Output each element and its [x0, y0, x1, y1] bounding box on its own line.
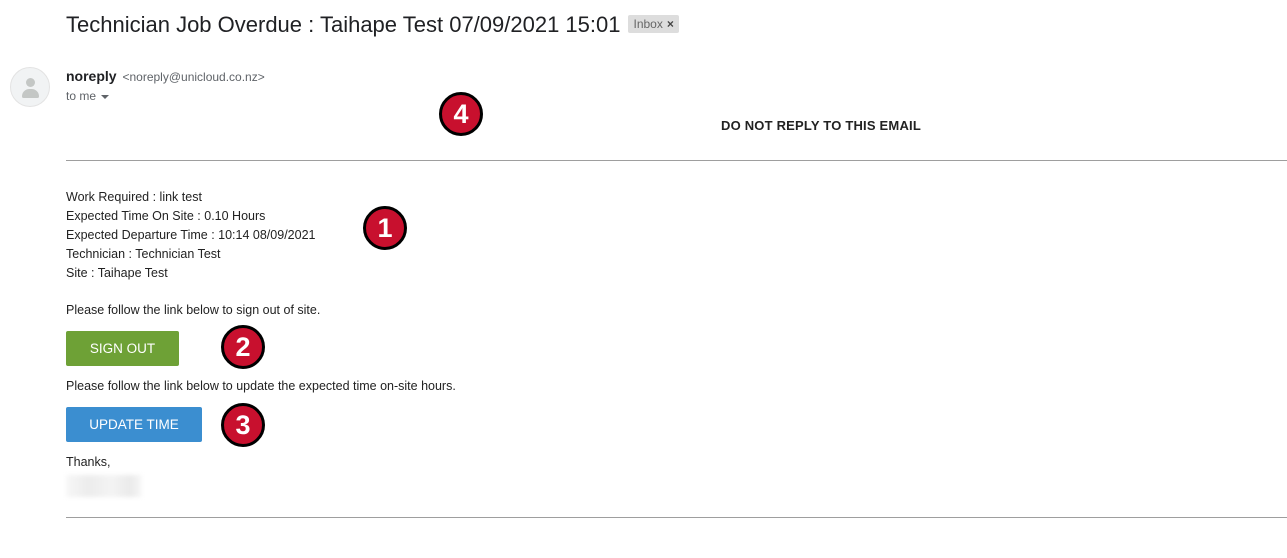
no-reply-notice: DO NOT REPLY TO THIS EMAIL — [721, 118, 921, 133]
detail-technician: Technician : Technician Test — [66, 247, 221, 261]
sender-name: noreply — [66, 68, 117, 84]
inbox-label-chip[interactable]: Inbox × — [628, 15, 679, 34]
inbox-label-text: Inbox — [633, 17, 663, 32]
subject-text: Technician Job Overdue : Taihape Test 07… — [66, 12, 621, 37]
recipient-details-toggle[interactable]: to me — [66, 89, 110, 103]
email-subject: Technician Job Overdue : Taihape Test 07… — [66, 10, 679, 40]
sender-email: <noreply@unicloud.co.nz> — [122, 70, 265, 84]
closing-text: Thanks, — [66, 455, 111, 469]
chevron-down-icon — [101, 94, 110, 99]
update-time-prompt: Please follow the link below to update t… — [66, 379, 456, 393]
remove-label-icon[interactable]: × — [667, 17, 674, 31]
sender-avatar-icon — [10, 67, 50, 107]
annotation-marker-2: 2 — [221, 325, 265, 369]
detail-site: Site : Taihape Test — [66, 266, 168, 280]
bottom-divider — [66, 517, 1287, 518]
detail-expected-time: Expected Time On Site : 0.10 Hours — [66, 209, 266, 223]
redacted-signature — [66, 475, 142, 497]
update-time-button[interactable]: UPDATE TIME — [66, 407, 202, 442]
top-divider — [66, 160, 1287, 161]
sender-line: noreply <noreply@unicloud.co.nz> — [66, 68, 265, 84]
recipient-label: to me — [66, 89, 97, 103]
job-details: Work Required : link test Expected Time … — [66, 188, 315, 283]
annotation-marker-3: 3 — [221, 403, 265, 447]
detail-departure-time: Expected Departure Time : 10:14 08/09/20… — [66, 228, 316, 242]
sign-out-button[interactable]: SIGN OUT — [66, 331, 179, 366]
annotation-marker-4: 4 — [439, 92, 483, 136]
detail-work-required: Work Required : link test — [66, 190, 202, 204]
annotation-marker-1: 1 — [363, 206, 407, 250]
sign-out-prompt: Please follow the link below to sign out… — [66, 303, 321, 317]
